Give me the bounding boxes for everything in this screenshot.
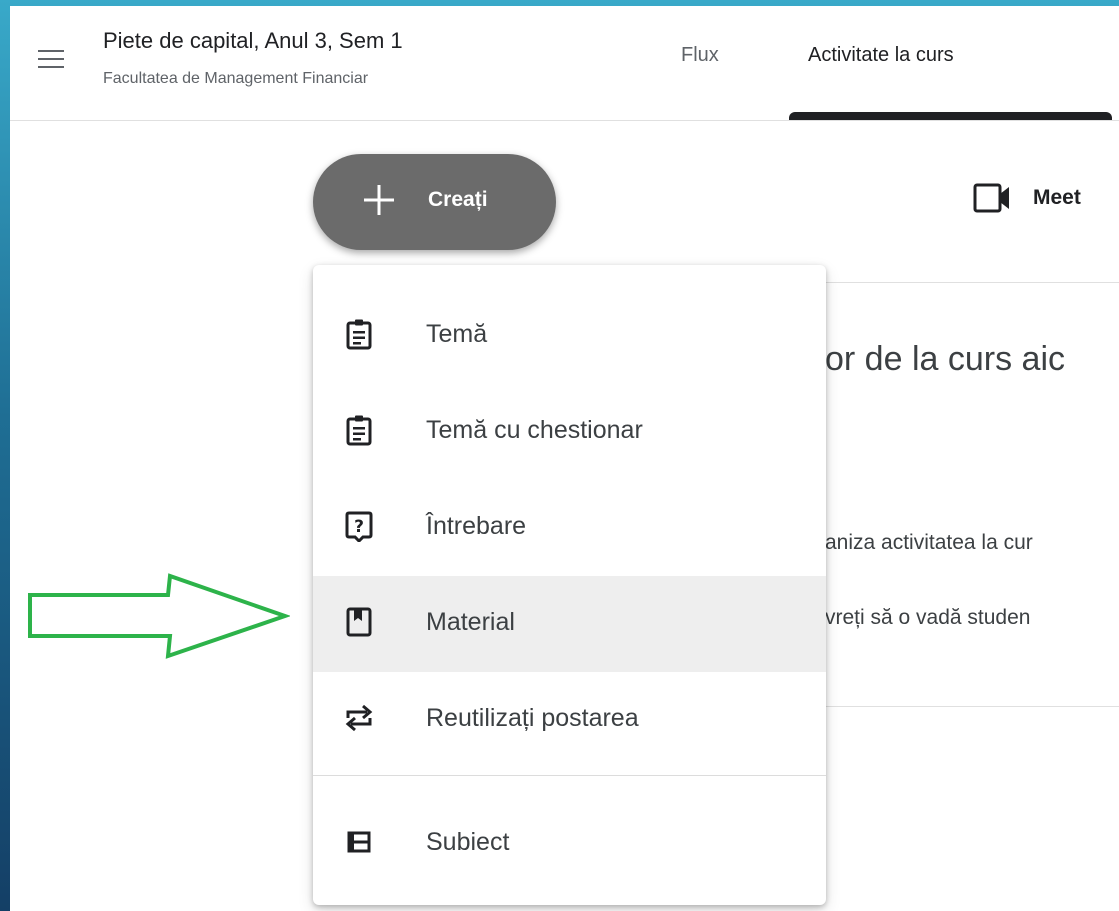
quiz-assignment-icon xyxy=(346,415,372,446)
plus-icon xyxy=(364,185,394,215)
create-button-label: Creați xyxy=(428,188,488,211)
empty-state-text-2: vreți să o vadă studen xyxy=(825,606,1031,629)
classroom-window: Piete de capital, Anul 3, Sem 1 Facultat… xyxy=(10,6,1119,911)
material-icon xyxy=(346,607,372,637)
video-camera-icon xyxy=(973,183,1009,213)
tab-flux[interactable]: Flux xyxy=(681,44,719,67)
menu-divider xyxy=(313,775,826,776)
tab-activitate-la-curs[interactable]: Activitate la curs xyxy=(808,44,954,67)
empty-state-heading: or de la curs aic xyxy=(825,340,1065,378)
active-tab-indicator xyxy=(789,112,1112,120)
create-menu: Temă Temă cu chestionar ? Întrebare Mate… xyxy=(313,265,826,905)
top-bar: Piete de capital, Anul 3, Sem 1 Facultat… xyxy=(10,6,1119,121)
question-icon: ? xyxy=(345,511,373,542)
assignment-icon xyxy=(346,319,372,350)
menu-item-label: Reutilizați postarea xyxy=(426,704,639,732)
create-button[interactable]: Creați xyxy=(313,154,556,250)
menu-item-label: Întrebare xyxy=(426,512,527,540)
meet-label: Meet xyxy=(1033,186,1081,209)
menu-item-label: Temă xyxy=(426,320,488,348)
menu-item-subiect[interactable]: Subiect xyxy=(313,796,826,892)
menu-item-tema[interactable]: Temă xyxy=(313,288,826,384)
menu-item-material[interactable]: Material xyxy=(313,576,826,672)
menu-item-label: Subiect xyxy=(426,828,510,856)
course-subtitle: Facultatea de Management Financiar xyxy=(103,70,369,87)
menu-item-reutilizati-postarea[interactable]: Reutilizați postarea xyxy=(313,672,826,768)
topic-icon xyxy=(347,831,371,853)
empty-state-text-1: aniza activitatea la cur xyxy=(825,531,1033,554)
menu-item-tema-cu-chestionar[interactable]: Temă cu chestionar xyxy=(313,384,826,480)
menu-item-intrebare[interactable]: ? Întrebare xyxy=(313,480,826,576)
right-arrow-annotation xyxy=(28,573,290,659)
menu-item-label: Temă cu chestionar xyxy=(426,416,643,444)
svg-text:?: ? xyxy=(354,517,364,537)
course-title[interactable]: Piete de capital, Anul 3, Sem 1 xyxy=(103,28,403,54)
main-menu-icon[interactable] xyxy=(38,50,64,70)
menu-item-label: Material xyxy=(426,608,515,636)
repost-icon xyxy=(345,704,373,732)
